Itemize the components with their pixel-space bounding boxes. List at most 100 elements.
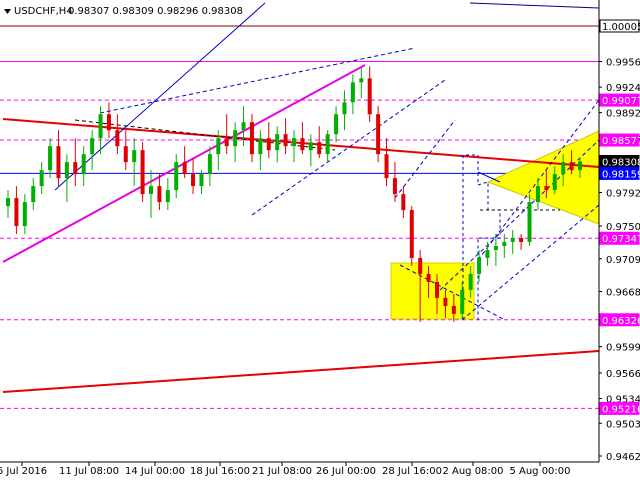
- candle-body: [409, 210, 414, 258]
- candle-body: [207, 154, 212, 175]
- price-tick-label: 0.95030: [606, 419, 640, 430]
- price-tick-label: 0.99560: [606, 58, 640, 69]
- candle-body: [149, 186, 153, 195]
- candle-body: [249, 122, 254, 155]
- candle-body: [359, 78, 364, 83]
- candle-body: [367, 78, 372, 115]
- candle-body: [451, 305, 456, 314]
- candle-body: [48, 146, 53, 171]
- time-tick-label: 2 Aug 08:00: [442, 466, 503, 477]
- candle-body: [561, 162, 566, 175]
- candle-body: [300, 138, 305, 151]
- candle-body: [350, 82, 355, 103]
- candle-body: [544, 186, 549, 191]
- candle-body: [31, 186, 36, 203]
- candle-body: [182, 162, 187, 175]
- level-tag-label: 0.98308: [602, 158, 640, 169]
- candle-body: [22, 202, 27, 227]
- price-tick-label: 0.96680: [606, 288, 640, 299]
- level-tag-label: 1.00005: [602, 22, 640, 33]
- candle-body: [443, 297, 448, 306]
- candle-body: [578, 161, 582, 171]
- time-tick-label: 5 Aug 00:00: [509, 466, 570, 477]
- candle-body: [157, 186, 162, 203]
- level-tag-label: 0.98577: [602, 136, 640, 147]
- candle-body: [241, 122, 246, 131]
- price-tick-label: 0.99240: [606, 83, 640, 94]
- candle-body: [334, 114, 339, 135]
- candle-body: [519, 238, 524, 242]
- candle-body: [275, 134, 280, 151]
- candle-body: [283, 134, 288, 147]
- candle-body: [233, 130, 238, 147]
- candle-body: [418, 257, 423, 274]
- candle-body: [435, 281, 439, 298]
- chart-background: [0, 0, 640, 480]
- candle-body: [552, 174, 557, 191]
- ohlc-quote: 0.98307 0.98309 0.98296 0.98308: [68, 6, 243, 17]
- price-tick-label: 0.97920: [606, 188, 640, 199]
- candle-body: [90, 138, 95, 155]
- candle-body: [376, 114, 381, 155]
- candle-body: [56, 146, 61, 179]
- level-tag-label: 0.97347: [602, 234, 640, 245]
- time-tick-label: 6 Jul 2016: [0, 466, 47, 477]
- time-tick-label: 18 Jul 16:00: [190, 466, 250, 477]
- candle-body: [191, 174, 196, 187]
- candle-body: [510, 238, 515, 242]
- level-tag-label: 0.95216: [602, 404, 640, 415]
- candle-body: [6, 198, 10, 207]
- candle-body: [81, 154, 86, 175]
- symbol-label: USDCHF,H4: [14, 6, 73, 17]
- candle-body: [477, 257, 482, 274]
- candle-body: [165, 190, 170, 203]
- candle-body: [140, 150, 145, 195]
- candle-body: [174, 162, 179, 191]
- time-tick-label: 28 Jul 16:00: [382, 466, 442, 477]
- price-tick-label: 0.97500: [606, 222, 640, 233]
- candle-body: [493, 245, 498, 250]
- candle-body: [132, 150, 137, 163]
- candle-body: [106, 114, 111, 131]
- candle-body: [115, 130, 120, 147]
- candle-body: [224, 138, 229, 147]
- candle-body: [39, 170, 44, 187]
- candle-body: [392, 178, 397, 195]
- time-tick-label: 14 Jul 00:00: [125, 466, 185, 477]
- price-tick-label: 0.97090: [606, 255, 640, 266]
- price-tick-label: 0.95990: [606, 343, 640, 354]
- candle-body: [308, 142, 313, 151]
- candle-body: [485, 249, 490, 258]
- time-tick-label: 21 Jul 08:00: [252, 466, 312, 477]
- price-tick-label: 0.95660: [606, 369, 640, 380]
- candle-body: [527, 202, 532, 242]
- candle-body: [502, 241, 507, 246]
- candle-body: [426, 273, 431, 282]
- candle-body: [266, 138, 271, 151]
- candle-body: [98, 114, 103, 139]
- level-tag-label: 0.98159: [602, 169, 640, 180]
- candle-body: [342, 102, 347, 115]
- level-tag-label: 0.96326: [602, 316, 640, 327]
- candle-body: [535, 186, 540, 203]
- candle-body: [384, 154, 389, 179]
- candle-body: [401, 194, 406, 211]
- candle-body: [14, 198, 19, 227]
- candle-body: [64, 162, 69, 179]
- candle-body: [460, 289, 465, 314]
- candle-body: [317, 142, 322, 155]
- candle-body: [258, 138, 263, 155]
- level-tag-label: 0.99077: [602, 96, 640, 107]
- candle-body: [569, 162, 574, 171]
- price-tick-label: 0.94620: [606, 452, 640, 463]
- candle-body: [292, 138, 296, 147]
- candle-body: [468, 273, 473, 290]
- price-tick-label: 0.98920: [606, 109, 640, 120]
- candle-body: [73, 162, 78, 175]
- candle-body: [325, 134, 330, 155]
- candle-body: [216, 138, 221, 155]
- time-tick-label: 11 Jul 08:00: [59, 466, 119, 477]
- time-tick-label: 26 Jul 00:00: [316, 466, 376, 477]
- candle-body: [199, 174, 204, 187]
- price-chart: 0.995600.992400.989200.986000.979200.975…: [0, 0, 640, 480]
